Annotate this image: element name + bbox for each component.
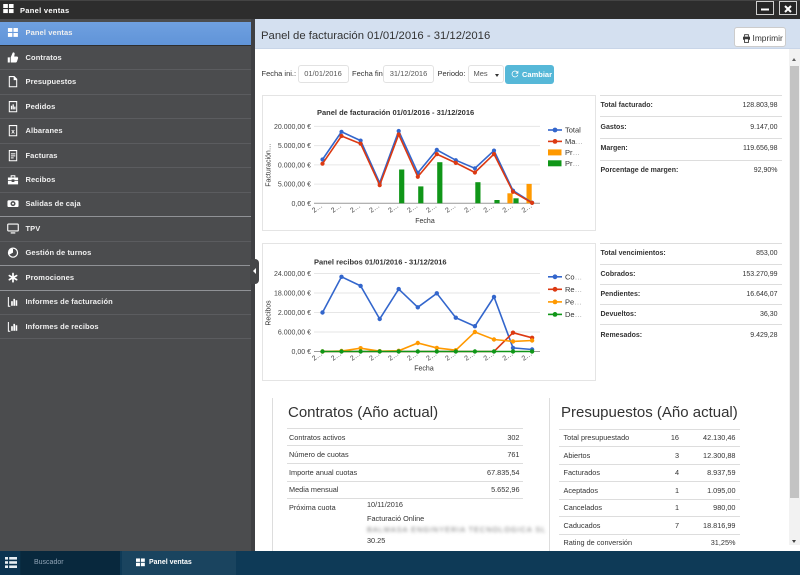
- svg-text:Pr…: Pr…: [565, 159, 580, 168]
- svg-text:Recibos: Recibos: [266, 299, 273, 325]
- svg-text:0,00 €: 0,00 €: [292, 201, 312, 208]
- svg-text:2…: 2…: [311, 203, 324, 215]
- svg-text:2…: 2…: [406, 203, 419, 215]
- svg-text:2.000,00 €: 2.000,00 €: [278, 310, 311, 317]
- svg-text:2…: 2…: [387, 203, 400, 215]
- svg-text:2…: 2…: [349, 203, 362, 215]
- svg-text:0,00 €: 0,00 €: [292, 349, 312, 356]
- svg-text:Fecha: Fecha: [415, 218, 435, 225]
- svg-text:0.000,00 €: 0.000,00 €: [278, 162, 311, 169]
- svg-text:2…: 2…: [444, 203, 457, 215]
- svg-text:Co…: Co…: [565, 272, 582, 281]
- svg-text:5.000,00 €: 5.000,00 €: [278, 182, 311, 189]
- svg-text:De…: De…: [565, 309, 582, 318]
- svg-text:6.000,00 €: 6.000,00 €: [278, 329, 311, 336]
- svg-text:2…: 2…: [464, 203, 477, 215]
- svg-text:Facturación…: Facturación…: [266, 143, 273, 187]
- svg-text:Fecha: Fecha: [414, 365, 434, 372]
- svg-text:Pe…: Pe…: [565, 297, 582, 306]
- svg-text:2…: 2…: [368, 203, 381, 215]
- svg-text:2…: 2…: [330, 203, 343, 215]
- svg-text:x: x: [11, 129, 15, 136]
- svg-text:5.000,00 €: 5.000,00 €: [278, 143, 311, 150]
- svg-text:Re…: Re…: [565, 284, 582, 293]
- svg-text:2…: 2…: [483, 203, 496, 215]
- svg-text:Ma…: Ma…: [565, 137, 583, 146]
- svg-text:24.000,00 €: 24.000,00 €: [274, 271, 311, 278]
- svg-text:2…: 2…: [502, 203, 515, 215]
- svg-text:Panel de facturación 01/01/201: Panel de facturación 01/01/2016 - 31/12/…: [317, 108, 474, 117]
- svg-text:Pr…: Pr…: [565, 148, 580, 157]
- svg-text:2…: 2…: [425, 203, 438, 215]
- svg-text:Total: Total: [565, 126, 581, 135]
- svg-text:18.000,00 €: 18.000,00 €: [274, 290, 311, 297]
- svg-text:20.000,00 €: 20.000,00 €: [274, 124, 311, 131]
- svg-text:Panel recibos 01/01/2016 - 31/: Panel recibos 01/01/2016 - 31/12/2016: [314, 257, 447, 266]
